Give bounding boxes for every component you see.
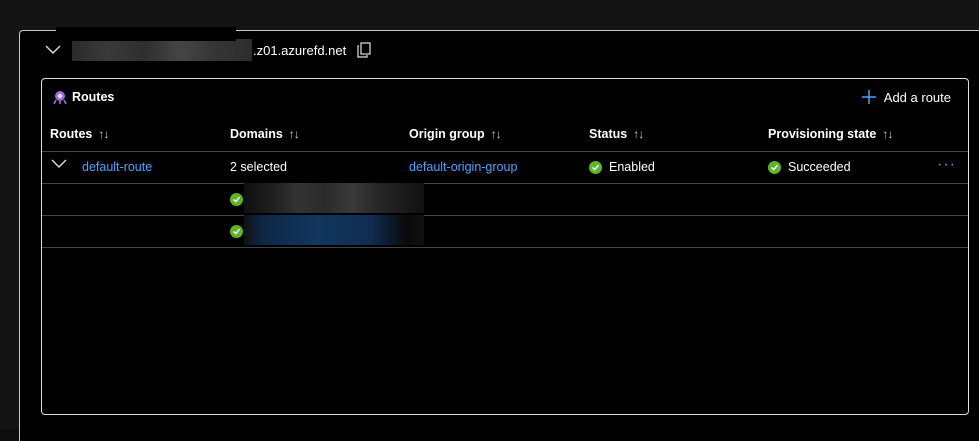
endpoint-header: .z01.azurefd.net [44,27,372,61]
table-row[interactable]: default-route 2 selected default-origin-… [42,151,968,183]
status-cell: Enabled [589,160,655,174]
chevron-down-icon [45,45,61,54]
more-icon[interactable]: ··· [937,156,956,174]
endpoint-card: .z01.azurefd.net Routes Add a route Rout… [19,27,979,441]
routes-title-text: Routes [72,90,115,104]
status-text: Enabled [609,160,655,174]
chevron-down-icon [51,159,67,168]
expand-row-button[interactable] [50,158,68,170]
routes-icon [53,91,67,105]
copy-button[interactable] [356,41,372,59]
column-header-domains[interactable]: Domains ↑↓ [230,127,300,141]
check-circle-icon [230,193,243,206]
routes-panel-title: Routes [52,89,114,105]
add-route-label: Add a route [883,89,951,105]
domain-name-redacted [244,183,424,213]
domain-sub-row [42,215,968,247]
column-header-routes[interactable]: Routes ↑↓ [50,127,109,141]
endpoint-host-suffix: .z01.azurefd.net [253,42,347,58]
column-header-status[interactable]: Status ↑↓ [589,127,644,141]
copy-icon [357,42,371,58]
add-route-button[interactable]: Add a route [861,89,951,105]
collapse-endpoint-button[interactable] [44,41,62,59]
sort-icon: ↑↓ [882,127,893,141]
provisioning-text: Succeeded [788,160,851,174]
table-header: Routes ↑↓ Domains ↑↓ Origin group ↑↓ Sta… [42,123,968,151]
origin-group-link[interactable]: default-origin-group [409,160,517,174]
check-circle-icon [768,160,781,174]
column-header-provisioning-state[interactable]: Provisioning state ↑↓ [768,127,893,141]
domain-sub-row [42,183,968,215]
plus-icon [861,90,876,104]
window: .z01.azurefd.net Routes Add a route Rout… [0,0,979,441]
column-header-origin-group[interactable]: Origin group ↑↓ [409,127,502,141]
domains-count: 2 selected [230,160,287,174]
domain-name-redacted [244,215,424,245]
sort-icon: ↑↓ [98,127,109,141]
check-circle-icon [230,225,243,238]
sort-icon: ↑↓ [490,127,502,141]
route-name-link[interactable]: default-route [82,160,152,174]
sort-icon: ↑↓ [288,127,300,141]
endpoint-host-redacted [56,27,252,61]
provisioning-cell: Succeeded [768,160,851,174]
routes-panel: Routes Add a route Routes ↑↓ Domains ↑↓ [41,78,969,415]
table-bottom-divider [42,247,968,248]
sort-icon: ↑↓ [633,127,644,141]
check-circle-icon [589,160,602,174]
